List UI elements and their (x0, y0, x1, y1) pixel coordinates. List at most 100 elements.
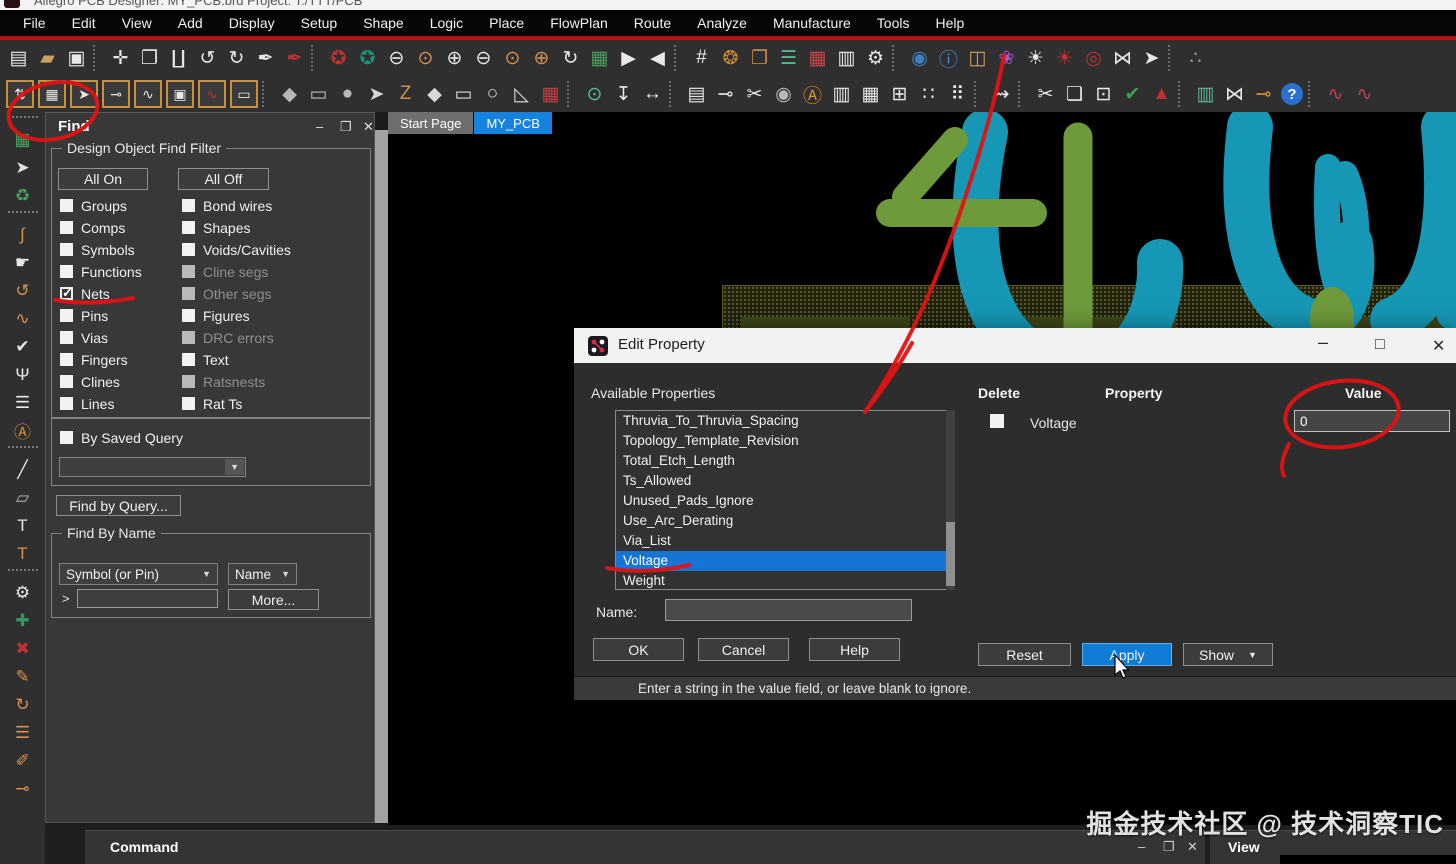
sidebar-icon[interactable]: ✖ (10, 636, 36, 661)
delete-checkbox[interactable] (990, 414, 1004, 428)
filter-checkbox-row[interactable]: Ratsnests (182, 374, 291, 390)
property-list-item[interactable]: Thruvia_To_Thruvia_Spacing (616, 411, 954, 431)
sidebar-icon[interactable]: Ψ (10, 362, 36, 387)
toolbar-icon[interactable]: ⊖ (469, 43, 498, 73)
toolbar-icon[interactable]: ▤ (4, 43, 33, 73)
toolbar-icon[interactable]: Ⓐ (798, 79, 827, 109)
toolbar-icon[interactable]: ? (1281, 83, 1303, 105)
toolbar-icon[interactable]: ∿ (1321, 79, 1350, 109)
toolbar-icon[interactable]: ☀ (1050, 43, 1079, 73)
sidebar-icon[interactable]: ✔ (10, 334, 36, 359)
menu-item[interactable]: Add (165, 15, 216, 31)
toolbar-icon[interactable] (669, 81, 680, 107)
sidebar-icon[interactable]: ♻ (10, 183, 36, 208)
all-off-button[interactable]: All Off (178, 168, 269, 190)
toolbar-icon[interactable]: ⊡ (1089, 79, 1118, 109)
toolbar-icon[interactable] (1178, 81, 1189, 107)
toolbar-icon[interactable]: ◉ (905, 43, 934, 73)
property-list-item[interactable]: Use_Arc_Derating (616, 511, 954, 531)
filter-checkbox-row[interactable]: Bond wires (182, 198, 291, 214)
filter-checkbox-row[interactable]: DRC errors (182, 330, 291, 346)
toolbar-icon[interactable]: ∐ (164, 43, 193, 73)
sidebar-icon[interactable]: Ⓐ (10, 418, 36, 443)
menu-item[interactable]: Place (476, 15, 537, 31)
toolbar-icon[interactable]: ⋈ (1108, 43, 1137, 73)
toolbar-icon[interactable]: ∿ (198, 80, 226, 108)
toolbar-icon[interactable]: ⊕ (527, 43, 556, 73)
property-list-item[interactable]: Via_List (616, 531, 954, 551)
toolbar-icon[interactable]: ◺ (507, 79, 536, 109)
filter-checkbox-row[interactable]: Functions (60, 264, 142, 280)
menu-item[interactable]: Tools (864, 15, 923, 31)
toolbar-icon[interactable] (974, 81, 985, 107)
toolbar-icon[interactable] (892, 45, 903, 71)
maximize-icon[interactable]: □ (1375, 336, 1385, 354)
close-icon[interactable]: ✕ (363, 119, 374, 135)
menu-item[interactable]: Route (621, 15, 684, 31)
toolbar-icon[interactable]: ▶ (614, 43, 643, 73)
toolbar-icon[interactable]: ∿ (134, 80, 162, 108)
reset-button[interactable]: Reset (978, 643, 1071, 666)
show-dropdown-button[interactable]: Show ▼ (1183, 643, 1273, 666)
property-value-input[interactable] (1294, 410, 1450, 432)
menu-item[interactable]: FlowPlan (537, 15, 621, 31)
menu-item[interactable]: Setup (288, 15, 351, 31)
toolbar-icon[interactable]: ◆ (420, 79, 449, 109)
property-list-item[interactable]: Voltage (616, 551, 954, 571)
toolbar-icon[interactable]: ▣ (166, 80, 194, 108)
toolbar-icon[interactable]: ▭ (230, 80, 258, 108)
toolbar-icon[interactable]: ⊕ (440, 43, 469, 73)
toolbar-icon[interactable]: ◉ (769, 79, 798, 109)
checkbox[interactable] (60, 397, 73, 410)
sidebar-icon[interactable]: ✎ (10, 664, 36, 689)
filter-checkbox-row[interactable]: Text (182, 352, 291, 368)
toolbar-icon[interactable]: ▣ (62, 43, 91, 73)
filter-checkbox-row[interactable]: Nets (60, 285, 142, 302)
toolbar-icon[interactable]: ⇅ (6, 80, 34, 108)
toolbar-icon[interactable]: # (687, 43, 716, 73)
toolbar-icon[interactable]: ✂ (740, 79, 769, 109)
find-by-name-mode-dropdown[interactable]: Name ▼ (228, 563, 297, 585)
checkbox[interactable] (60, 331, 73, 344)
sidebar-icon[interactable]: T (10, 513, 36, 538)
sidebar-icon[interactable] (7, 211, 38, 219)
more-button[interactable]: More... (228, 589, 319, 610)
sidebar-icon[interactable]: ↺ (10, 278, 36, 303)
toolbar-icon[interactable]: ✔ (1118, 79, 1147, 109)
menu-item[interactable]: File (10, 15, 59, 31)
filter-checkbox-row[interactable]: Other segs (182, 286, 291, 302)
sidebar-icon[interactable] (7, 569, 38, 577)
toolbar-icon[interactable]: ⊸ (102, 80, 130, 108)
find-by-name-type-dropdown[interactable]: Symbol (or Pin) ▼ (59, 563, 218, 585)
close-icon[interactable]: ✕ (1432, 336, 1445, 356)
cancel-button[interactable]: Cancel (698, 638, 789, 661)
menu-item[interactable]: Display (216, 15, 288, 31)
menu-item[interactable]: Edit (59, 15, 109, 31)
checkbox[interactable] (182, 199, 195, 212)
filter-checkbox-row[interactable]: Vias (60, 330, 142, 346)
toolbar-icon[interactable]: ↻ (222, 43, 251, 73)
apply-button[interactable]: Apply (1082, 643, 1172, 666)
checkbox[interactable] (182, 353, 195, 366)
toolbar-icon[interactable]: ▦ (38, 80, 66, 108)
toolbar-icon[interactable] (93, 45, 104, 71)
toolbar-icon[interactable]: ❐ (135, 43, 164, 73)
sidebar-icon[interactable]: ➤ (10, 155, 36, 180)
find-name-input[interactable] (77, 589, 218, 608)
menu-item[interactable]: Help (922, 15, 977, 31)
toolbar-icon[interactable]: ➤ (362, 79, 391, 109)
toolbar-icon[interactable]: ↧ (609, 79, 638, 109)
toolbar-icon[interactable] (1308, 81, 1319, 107)
sidebar-icon[interactable]: ▦ (10, 127, 36, 152)
toolbar-icon[interactable]: ▲ (1147, 79, 1176, 109)
minimize-icon[interactable]: – (316, 119, 323, 134)
toolbar-icon[interactable]: ❀ (992, 43, 1021, 73)
toolbar-icon[interactable]: ➤ (1137, 43, 1166, 73)
toolbar-icon[interactable] (1018, 81, 1029, 107)
sidebar-icon[interactable]: ↻ (10, 692, 36, 717)
toolbar-icon[interactable]: ✪ (324, 43, 353, 73)
toolbar-icon[interactable]: ▭ (449, 79, 478, 109)
sidebar-icon[interactable]: ∿ (10, 306, 36, 331)
toolbar-icon[interactable]: ⚙ (861, 43, 890, 73)
sidebar-icon[interactable]: ⊸ (10, 776, 36, 801)
